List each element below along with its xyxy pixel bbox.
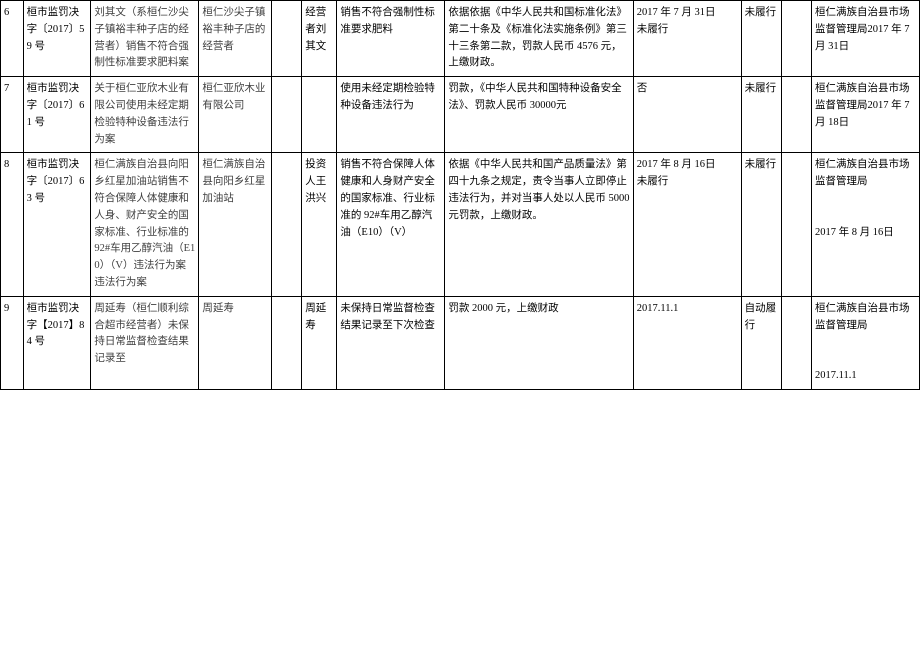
cell-blank2: [781, 77, 811, 153]
cell-org: 桓仁满族自治县市场监督管理局2017.11.1: [811, 296, 919, 389]
cell-basis: 罚款 2000 元，上缴财政: [445, 296, 633, 389]
cell-blank1: [272, 1, 302, 77]
cell-case: 刘其文（系桓仁沙尖子镇裕丰种子店的经营者）销售不符合强制性标准要求肥料案: [91, 1, 199, 77]
table-row: 6 桓市监罚决字〔2017〕59 号 刘其文（系桓仁沙尖子镇裕丰种子店的经营者）…: [1, 1, 920, 77]
cell-idx: 7: [1, 77, 24, 153]
cell-party: 桓仁亚欣木业有限公司: [199, 77, 272, 153]
cell-party: 桓仁满族自治县向阳乡红星加油站: [199, 153, 272, 296]
cell-fact: 销售不符合强制性标准要求肥料: [337, 1, 445, 77]
cell-perf: 未履行: [741, 1, 781, 77]
cell-fact: 销售不符合保障人体健康和人身财产安全的国家标准、行业标准的 92#车用乙醇汽油（…: [337, 153, 445, 296]
cell-docno: 桓市监罚决字〔2017〕61 号: [23, 77, 91, 153]
cell-docno: 桓市监罚决字【2017】84 号: [23, 296, 91, 389]
cell-party: 桓仁沙尖子镇裕丰种子店的经营者: [199, 1, 272, 77]
cell-org: 桓仁满族自治县市场监督管理局2017 年 7 月 18日: [811, 77, 919, 153]
cell-party: 周延寿: [199, 296, 272, 389]
cell-case: 周延寿（桓仁顺利综合超市经营者）未保持日常监督检查结果记录至: [91, 296, 199, 389]
cell-blank1: [272, 77, 302, 153]
table-row: 8 桓市监罚决字〔2017〕63 号 桓仁满族自治县向阳乡红星加油站销售不符合保…: [1, 153, 920, 296]
cell-case: 关于桓仁亚欣木业有限公司使用未经定期检验特种设备违法行为案: [91, 77, 199, 153]
cell-org: 桓仁满族自治县市场监督管理局2017 年 8 月 16日: [811, 153, 919, 296]
cell-fact: 未保持日常监督检查结果记录至下次检查: [337, 296, 445, 389]
cell-idx: 6: [1, 1, 24, 77]
table-body: 6 桓市监罚决字〔2017〕59 号 刘其文（系桓仁沙尖子镇裕丰种子店的经营者）…: [1, 1, 920, 390]
cell-blank2: [781, 153, 811, 296]
cell-perf: 自动履行: [741, 296, 781, 389]
cell-blank2: [781, 296, 811, 389]
cell-case: 桓仁满族自治县向阳乡红星加油站销售不符合保障人体健康和人身、财产安全的国家标准、…: [91, 153, 199, 296]
cell-docno: 桓市监罚决字〔2017〕59 号: [23, 1, 91, 77]
table-row: 7 桓市监罚决字〔2017〕61 号 关于桓仁亚欣木业有限公司使用未经定期检验特…: [1, 77, 920, 153]
cell-blank1: [272, 153, 302, 296]
cell-perf: 未履行: [741, 77, 781, 153]
cell-date: 否: [633, 77, 741, 153]
cell-basis: 依据《中华人民共和国产品质量法》第四十九条之规定，责令当事人立即停止违法行为，并…: [445, 153, 633, 296]
cell-blank2: [781, 1, 811, 77]
cell-date: 2017 年 7 月 31日 未履行: [633, 1, 741, 77]
cell-docno: 桓市监罚决字〔2017〕63 号: [23, 153, 91, 296]
cell-rep: 经营者刘其文: [302, 1, 337, 77]
cell-perf: 未履行: [741, 153, 781, 296]
cell-basis: 罚款，《中华人民共和国特种设备安全法》、罚款人民币 30000元: [445, 77, 633, 153]
cell-idx: 8: [1, 153, 24, 296]
table-row: 9 桓市监罚决字【2017】84 号 周延寿（桓仁顺利综合超市经营者）未保持日常…: [1, 296, 920, 389]
cell-rep: 投资人王洪兴: [302, 153, 337, 296]
cell-rep: 周延寿: [302, 296, 337, 389]
cell-date: 2017.11.1: [633, 296, 741, 389]
cell-org: 桓仁满族自治县市场监督管理局2017 年 7 月 31日: [811, 1, 919, 77]
cell-date: 2017 年 8 月 16日 未履行: [633, 153, 741, 296]
cell-rep: [302, 77, 337, 153]
penalty-table: 6 桓市监罚决字〔2017〕59 号 刘其文（系桓仁沙尖子镇裕丰种子店的经营者）…: [0, 0, 920, 390]
cell-basis: 依据依据《中华人民共和国标准化法》第二十条及《标准化法实施条例》第三十三条第二款…: [445, 1, 633, 77]
cell-blank1: [272, 296, 302, 389]
cell-idx: 9: [1, 296, 24, 389]
cell-fact: 使用未经定期检验特种设备违法行为: [337, 77, 445, 153]
